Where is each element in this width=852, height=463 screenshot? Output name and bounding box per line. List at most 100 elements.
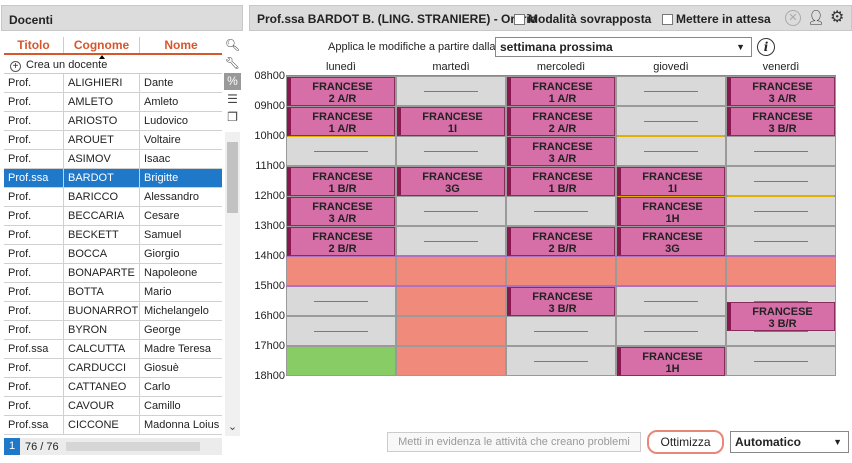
lesson-block[interactable]: FRANCESE 2 B/R: [507, 227, 615, 256]
empty-slot[interactable]: [726, 226, 836, 256]
table-row[interactable]: Prof.ssa CALCUTTA Madre Teresa: [4, 340, 222, 359]
unavailable-slot[interactable]: [396, 316, 506, 346]
table-row[interactable]: Prof. ARIOSTO Ludovico: [4, 112, 222, 131]
table-row[interactable]: Prof. BECCARIA Cesare: [4, 207, 222, 226]
hour-label: 11h00: [255, 160, 285, 172]
empty-slot[interactable]: [616, 106, 726, 136]
lesson-block[interactable]: FRANCESE 1 A/R: [287, 107, 395, 136]
empty-slot[interactable]: [726, 196, 836, 226]
empty-slot[interactable]: [506, 196, 616, 226]
unavailable-slot[interactable]: [396, 286, 506, 316]
empty-slot[interactable]: [286, 136, 396, 166]
table-row[interactable]: Prof. BECKETT Samuel: [4, 226, 222, 245]
empty-slot[interactable]: [616, 76, 726, 106]
lesson-block[interactable]: FRANCESE 3 A/R: [287, 197, 395, 226]
table-row[interactable]: Prof.ssa BARDOT Brigitte: [4, 169, 222, 188]
chevron-down-icon[interactable]: ⌄: [225, 420, 240, 433]
overlap-mode-checkbox[interactable]: Modalità sovrapposta: [514, 12, 651, 26]
info-icon[interactable]: i: [757, 38, 775, 56]
lesson-block[interactable]: FRANCESE 1 B/R: [287, 167, 395, 196]
table-row[interactable]: Prof. BYRON George: [4, 321, 222, 340]
empty-slot[interactable]: [616, 316, 726, 346]
table-row[interactable]: Prof. CATTANEO Carlo: [4, 378, 222, 397]
checkbox-box[interactable]: [514, 13, 525, 25]
empty-slot[interactable]: [506, 316, 616, 346]
percent-icon[interactable]: %: [224, 73, 241, 90]
search-icon[interactable]: 🔍︎: [224, 37, 241, 54]
lesson-block[interactable]: FRANCESE 1I: [397, 107, 505, 136]
table-row[interactable]: Prof. CAVOUR Camillo: [4, 397, 222, 416]
unavailable-slot[interactable]: [396, 256, 506, 286]
column-title[interactable]: Titolo: [4, 37, 64, 53]
lesson-block[interactable]: FRANCESE 1I: [617, 167, 725, 196]
column-surname[interactable]: Cognome: [64, 37, 140, 59]
lesson-block[interactable]: FRANCESE 1 B/R: [507, 167, 615, 196]
lesson-block[interactable]: FRANCESE 3G: [617, 227, 725, 256]
lesson-block[interactable]: FRANCESE 2 B/R: [287, 227, 395, 256]
column-name[interactable]: Nome: [140, 37, 222, 53]
empty-slot[interactable]: [396, 76, 506, 106]
preferred-slot[interactable]: [286, 346, 396, 376]
lesson-block[interactable]: FRANCESE 1H: [617, 347, 725, 376]
empty-slot[interactable]: [616, 286, 726, 316]
highlight-problems-button[interactable]: Metti in evidenza le attività che creano…: [387, 432, 641, 452]
table-row[interactable]: Prof. CARDUCCI Giosuè: [4, 359, 222, 378]
cell-name: Madonna Loius: [144, 419, 220, 431]
list-scrollbar-thumb[interactable]: [227, 142, 238, 213]
unavailable-slot[interactable]: [286, 256, 396, 286]
empty-slot[interactable]: [726, 136, 836, 166]
put-on-hold-checkbox[interactable]: Mettere in attesa: [662, 12, 771, 26]
table-row[interactable]: Prof. BARICCO Alessandro: [4, 188, 222, 207]
timetable-grid[interactable]: FRANCESE 2 A/R FRANCESE 1 A/R FRANCESE 1 B/R F…: [286, 75, 836, 377]
cell-title: Prof.: [4, 74, 64, 92]
apply-from-select[interactable]: settimana prossima ▼: [495, 37, 752, 57]
empty-slot[interactable]: [396, 136, 506, 166]
teacher-table-header: Titolo Cognome Nome: [4, 37, 222, 59]
table-row[interactable]: Prof. ASIMOV Isaac: [4, 150, 222, 169]
empty-slot[interactable]: [506, 346, 616, 376]
lesson-block[interactable]: FRANCESE 3 B/R: [507, 287, 615, 316]
table-row[interactable]: Prof. AROUET Voltaire: [4, 131, 222, 150]
close-circle-icon[interactable]: ✕: [785, 10, 801, 26]
wrench-icon[interactable]: 🔧︎: [224, 55, 241, 72]
table-row[interactable]: Prof.ssa CICCONE Madonna Loius: [4, 416, 222, 435]
empty-slot[interactable]: [396, 196, 506, 226]
lesson-block[interactable]: FRANCESE 2 A/R: [287, 77, 395, 106]
cell-surname: BONAPARTE: [64, 264, 140, 282]
lesson-block[interactable]: FRANCESE 2 A/R: [507, 107, 615, 136]
horizontal-scrollbar[interactable]: [65, 442, 200, 451]
empty-slot[interactable]: [616, 136, 726, 166]
page-number[interactable]: 1: [4, 438, 20, 455]
lesson-block[interactable]: FRANCESE 3 B/R: [727, 107, 835, 136]
copy-icon[interactable]: ❐: [224, 109, 241, 126]
create-teacher-button[interactable]: + Crea un docente: [4, 57, 222, 74]
mode-select[interactable]: Automatico ▼: [730, 431, 849, 453]
empty-slot[interactable]: [726, 346, 836, 376]
table-row[interactable]: Prof. BUONARROT Michelangelo: [4, 302, 222, 321]
empty-slot[interactable]: [396, 226, 506, 256]
gear-icon[interactable]: ⚙︎: [830, 7, 844, 27]
lesson-block[interactable]: FRANCESE 1 A/R: [507, 77, 615, 106]
checkbox-box[interactable]: [662, 13, 673, 25]
empty-slot[interactable]: [726, 166, 836, 196]
list-icon[interactable]: ☰: [224, 91, 241, 108]
table-row[interactable]: Prof. ALIGHIERI Dante: [4, 74, 222, 93]
lesson-block[interactable]: FRANCESE 3 B/R: [727, 302, 835, 331]
unavailable-slot[interactable]: [506, 256, 616, 286]
lesson-block[interactable]: FRANCESE 3G: [397, 167, 505, 196]
empty-slot[interactable]: [286, 316, 396, 346]
unavailable-slot[interactable]: [396, 346, 506, 376]
empty-slot[interactable]: [286, 286, 396, 316]
lesson-block[interactable]: FRANCESE 1H: [617, 197, 725, 226]
table-row[interactable]: Prof. BONAPARTE Napoleone: [4, 264, 222, 283]
unavailable-slot[interactable]: [726, 256, 836, 286]
optimize-button[interactable]: Ottimizza: [647, 430, 724, 454]
lesson-block[interactable]: FRANCESE 3 A/R: [727, 77, 835, 106]
table-row[interactable]: Prof. BOCCA Giorgio: [4, 245, 222, 264]
table-row[interactable]: Prof. BOTTA Mario: [4, 283, 222, 302]
person-icon[interactable]: 👤︎: [807, 9, 825, 26]
unavailable-slot[interactable]: [616, 256, 726, 286]
table-row[interactable]: Prof. AMLETO Amleto: [4, 93, 222, 112]
cell-name: Cesare: [144, 210, 180, 222]
lesson-block[interactable]: FRANCESE 3 A/R: [507, 137, 615, 166]
